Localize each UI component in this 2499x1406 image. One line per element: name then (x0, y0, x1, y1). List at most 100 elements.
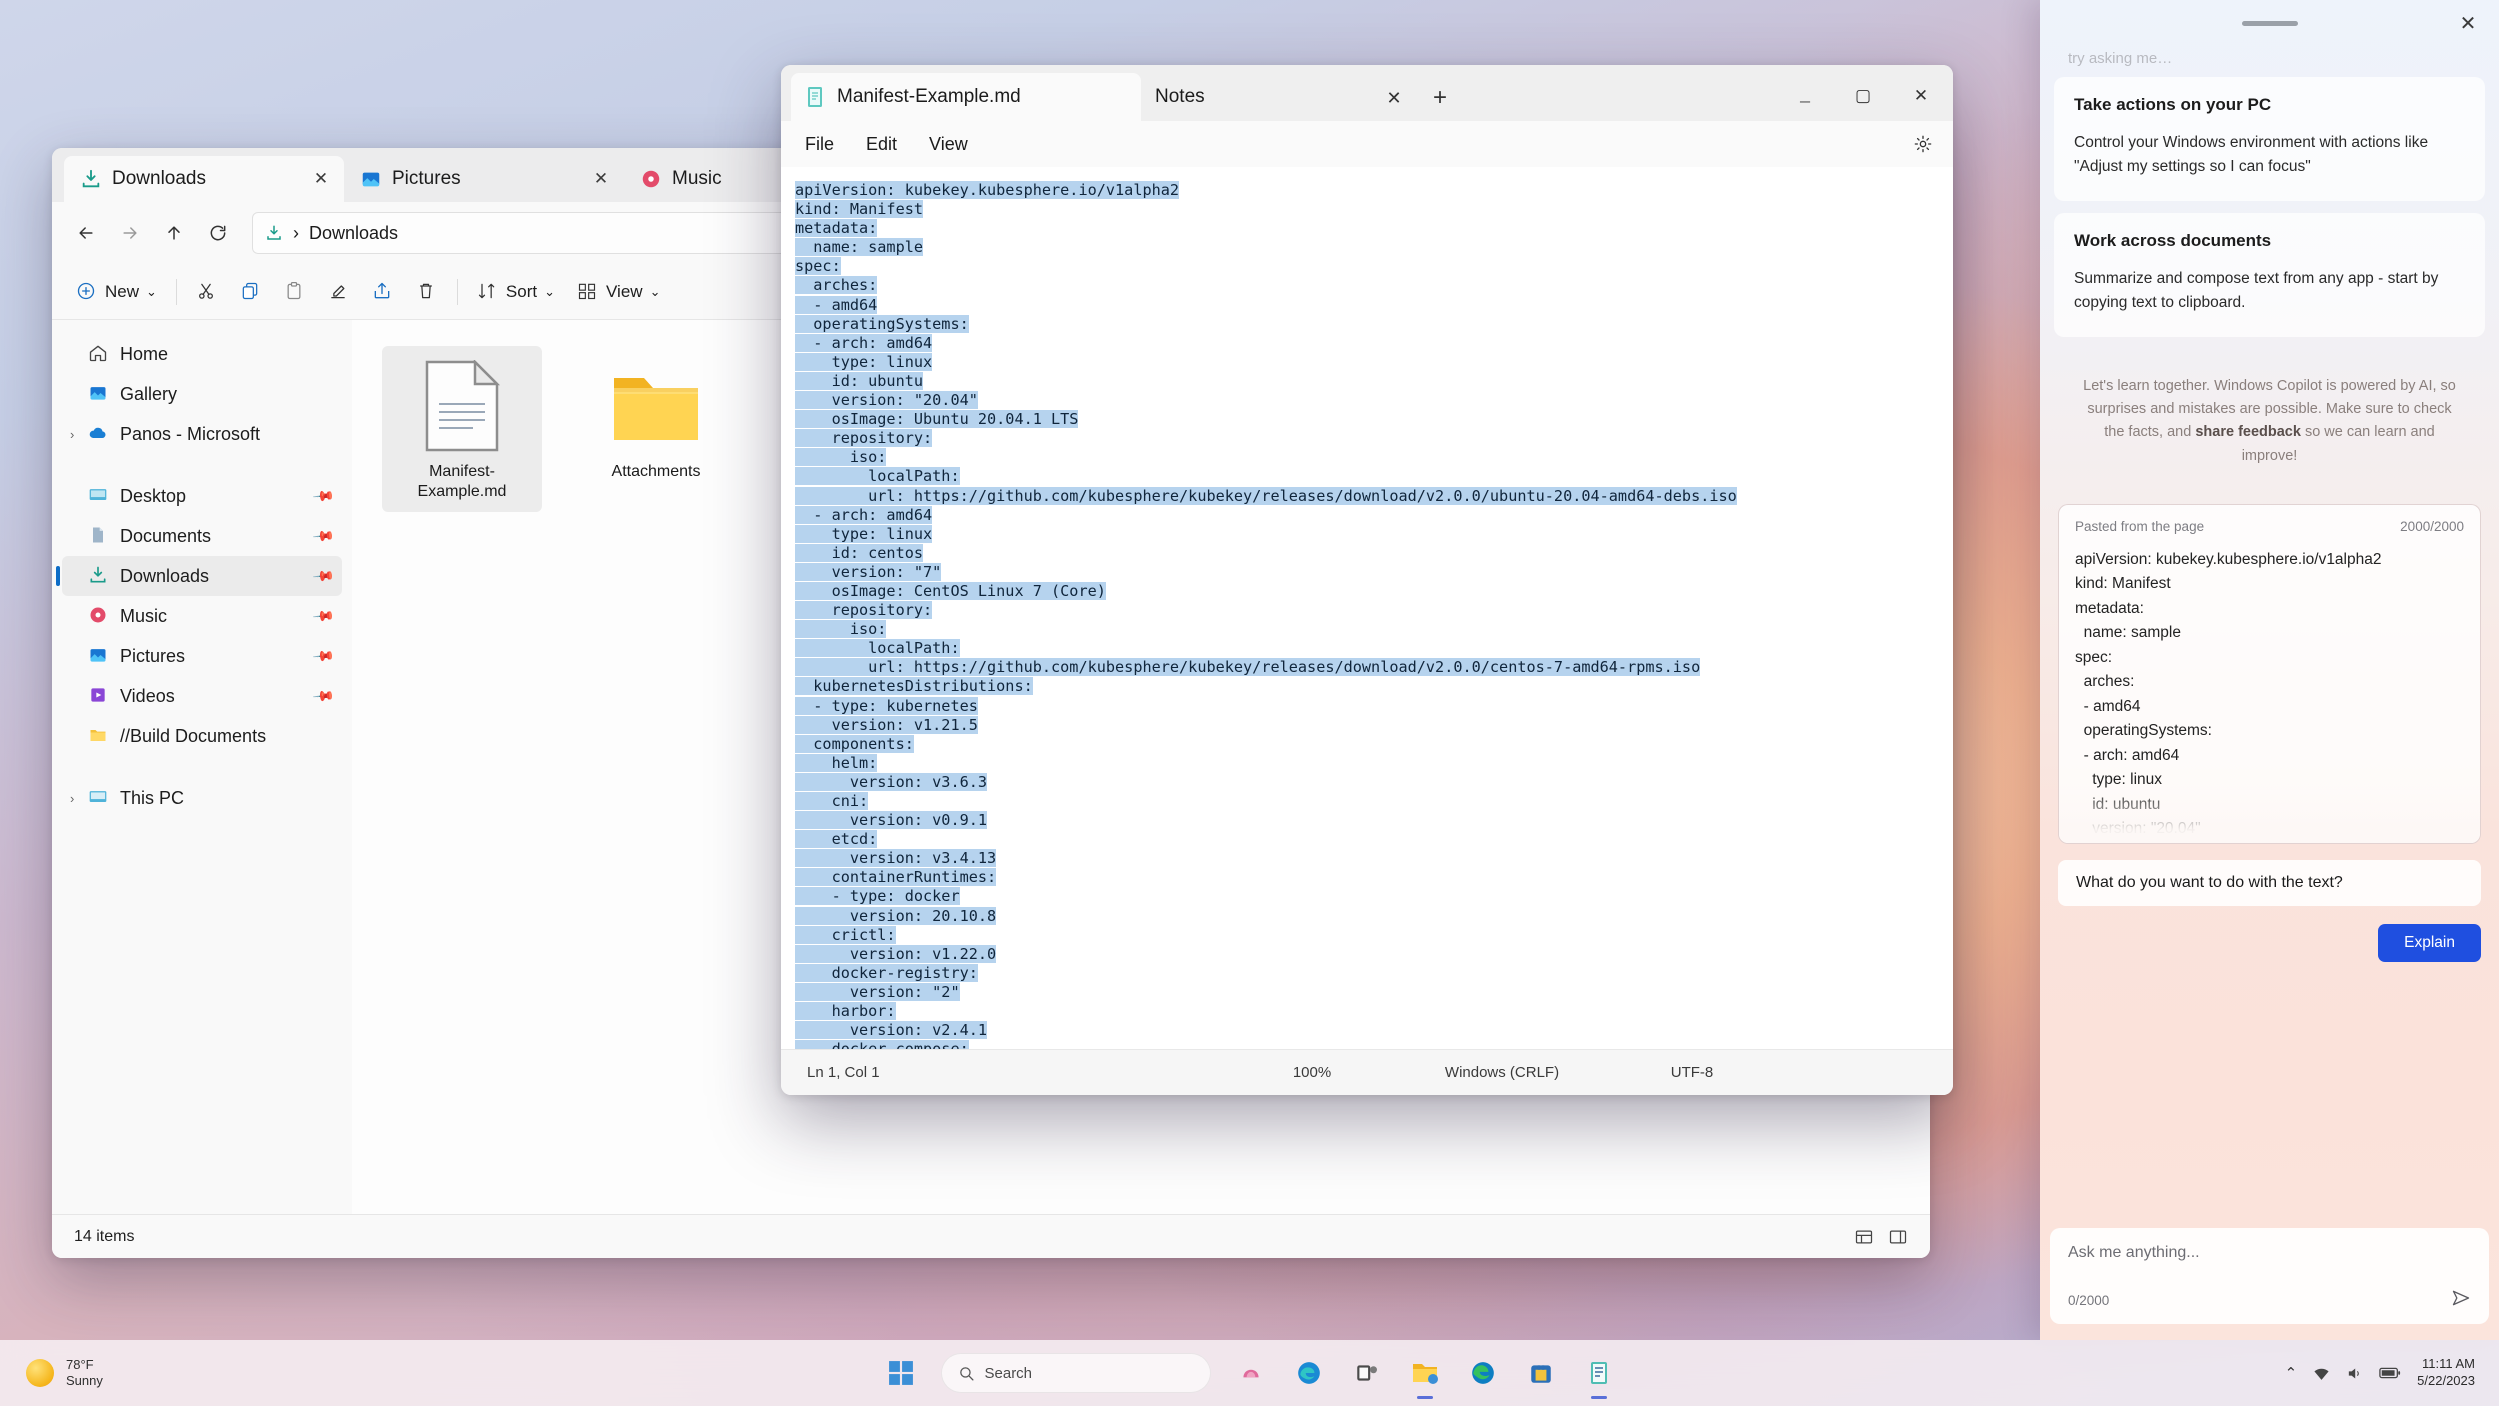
close-icon[interactable]: ✕ (2451, 8, 2485, 38)
sidebar-item-gallery[interactable]: Gallery (62, 374, 342, 414)
notepad-text-area[interactable]: apiVersion: kubekey.kubesphere.io/v1alph… (781, 167, 1953, 1049)
chevron-right-icon[interactable]: › (70, 427, 74, 442)
notepad-tab-notes[interactable]: Notes (1141, 73, 1371, 121)
pin-icon[interactable]: 📌 (311, 484, 335, 508)
explain-button[interactable]: Explain (2378, 924, 2481, 962)
chevron-down-icon[interactable]: ⌄ (544, 284, 555, 300)
explorer-tab-music[interactable]: Music (624, 156, 764, 202)
back-arrow-icon[interactable] (66, 213, 106, 253)
pictures-icon (360, 168, 382, 190)
close-icon[interactable]: ✕ (308, 166, 334, 192)
pasted-char-counter: 2000/2000 (2400, 519, 2464, 534)
close-tab-icon[interactable]: ✕ (1371, 75, 1417, 121)
weather-widget[interactable]: 78°F Sunny (0, 1357, 260, 1390)
paste-button[interactable] (274, 272, 316, 312)
line-ending[interactable]: Windows (CRLF) (1387, 1064, 1617, 1081)
forward-arrow-icon[interactable] (110, 213, 150, 253)
sidebar-item-documents[interactable]: Documents 📌 (62, 516, 342, 556)
copilot-card-take-actions[interactable]: Take actions on your PC Control your Win… (2054, 77, 2485, 201)
edge-icon[interactable] (1285, 1349, 1333, 1397)
notepad-tab-label: Manifest-Example.md (837, 86, 1127, 108)
zoom-level[interactable]: 100% (1237, 1064, 1387, 1081)
encoding[interactable]: UTF-8 (1617, 1064, 1767, 1081)
clock-date: 5/22/2023 (2417, 1373, 2475, 1390)
minimize-button[interactable]: ﹘ (1777, 71, 1833, 121)
pin-icon[interactable]: 📌 (311, 684, 335, 708)
menu-edit[interactable]: Edit (852, 129, 911, 160)
chevron-down-icon[interactable]: ⌄ (650, 284, 661, 300)
gear-icon[interactable] (1903, 126, 1943, 162)
explorer-tab-pictures[interactable]: Pictures ✕ (344, 156, 624, 202)
explorer-tab-downloads[interactable]: Downloads ✕ (64, 156, 344, 202)
pin-icon[interactable]: 📌 (311, 564, 335, 588)
store-icon[interactable] (1517, 1349, 1565, 1397)
preview-pane-icon[interactable] (1888, 1227, 1908, 1247)
menu-file[interactable]: File (791, 129, 848, 160)
edge-browser-icon[interactable] (1459, 1349, 1507, 1397)
copilot-input-placeholder[interactable]: Ask me anything... (2068, 1244, 2471, 1262)
copilot-title-bar[interactable]: ✕ (2040, 0, 2499, 46)
chevron-down-icon[interactable]: ⌄ (146, 284, 157, 300)
downloads-icon (265, 224, 283, 242)
search-box[interactable]: Search (941, 1353, 1211, 1393)
up-arrow-icon[interactable] (154, 213, 194, 253)
delete-button[interactable] (406, 272, 448, 312)
sidebar-item-music[interactable]: Music 📌 (62, 596, 342, 636)
explorer-tab-label: Downloads (112, 168, 298, 190)
sidebar-item-label: Desktop (120, 486, 305, 507)
copilot-scroll-area[interactable]: try asking me… Take actions on your PC C… (2040, 46, 2499, 1228)
downloads-icon (88, 565, 110, 587)
network-icon[interactable] (2313, 1365, 2330, 1382)
share-feedback-link[interactable]: share feedback (2195, 424, 2301, 440)
sidebar-item-this-pc[interactable]: › This PC (62, 778, 342, 818)
file-explorer-icon[interactable] (1401, 1349, 1449, 1397)
sidebar-item-onedrive[interactable]: › Panos - Microsoft (62, 414, 342, 454)
refresh-icon[interactable] (198, 213, 238, 253)
sidebar-item-pictures[interactable]: Pictures 📌 (62, 636, 342, 676)
sort-button[interactable]: Sort ⌄ (467, 272, 565, 312)
chevron-right-icon[interactable]: › (70, 791, 74, 806)
search-placeholder: Search (985, 1365, 1033, 1382)
sidebar-item-desktop[interactable]: Desktop 📌 (62, 476, 342, 516)
details-view-icon[interactable] (1854, 1227, 1874, 1247)
sidebar-divider (62, 756, 342, 778)
close-button[interactable]: ✕ (1893, 71, 1949, 121)
copilot-icon[interactable] (1227, 1349, 1275, 1397)
sidebar-item-home[interactable]: Home (62, 334, 342, 374)
volume-icon[interactable] (2346, 1365, 2363, 1382)
share-button[interactable] (362, 272, 404, 312)
notepad-icon[interactable] (1575, 1349, 1623, 1397)
pin-icon[interactable]: 📌 (311, 604, 335, 628)
file-item-attachments[interactable]: Attachments (576, 346, 736, 512)
view-button[interactable]: View ⌄ (567, 272, 670, 312)
send-icon[interactable] (2451, 1288, 2471, 1308)
clock[interactable]: 11:11 AM 5/22/2023 (2417, 1356, 2475, 1390)
notepad-tab-manifest[interactable]: Manifest-Example.md (791, 73, 1141, 121)
rename-button[interactable] (318, 272, 360, 312)
drag-handle[interactable] (2242, 21, 2298, 26)
pasted-content-card[interactable]: Pasted from the page 2000/2000 apiVersio… (2058, 504, 2481, 844)
chevron-up-icon[interactable]: ⌃ (2285, 1364, 2298, 1382)
battery-icon[interactable] (2379, 1366, 2401, 1380)
pin-icon[interactable]: 📌 (311, 644, 335, 668)
maximize-button[interactable]: ▢ (1835, 71, 1891, 121)
copilot-card-work-across-documents[interactable]: Work across documents Summarize and comp… (2054, 213, 2485, 337)
sidebar-item-build-documents[interactable]: //Build Documents (62, 716, 342, 756)
new-tab-icon[interactable]: + (1417, 75, 1463, 121)
copy-button[interactable] (230, 272, 272, 312)
sidebar-item-videos[interactable]: Videos 📌 (62, 676, 342, 716)
toolbar-divider (457, 279, 458, 305)
copilot-input-box[interactable]: Ask me anything... 0/2000 (2050, 1228, 2489, 1324)
cut-button[interactable] (186, 272, 228, 312)
windows-start-icon[interactable] (877, 1349, 925, 1397)
menu-view[interactable]: View (915, 129, 982, 160)
teams-icon[interactable] (1343, 1349, 1391, 1397)
paste-icon (284, 281, 306, 303)
sidebar-item-downloads[interactable]: Downloads 📌 (62, 556, 342, 596)
pin-icon[interactable]: 📌 (311, 524, 335, 548)
search-icon (958, 1365, 975, 1382)
close-icon[interactable]: ✕ (588, 166, 614, 192)
new-button[interactable]: New ⌄ (66, 272, 167, 312)
file-item-manifest[interactable]: Manifest-Example.md (382, 346, 542, 512)
sidebar-item-label: Pictures (120, 646, 305, 667)
